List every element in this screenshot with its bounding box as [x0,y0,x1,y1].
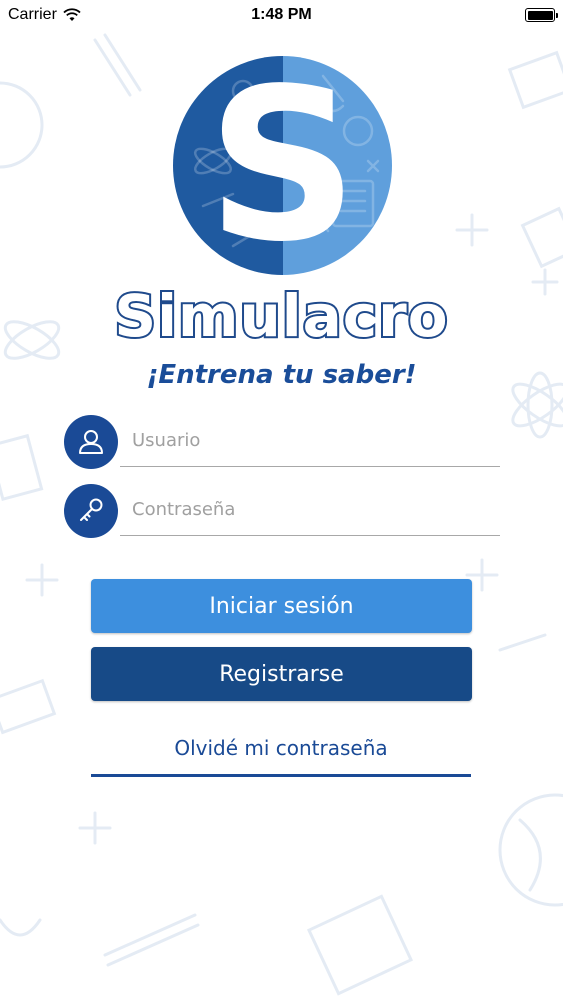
user-icon [64,415,118,469]
key-icon-glyph [80,498,103,521]
status-bar: Carrier 1:48 PM [0,0,563,30]
username-input[interactable] [120,415,500,467]
password-input[interactable] [120,484,500,536]
forgot-password-link[interactable]: Olvidé mi contraseña [91,722,471,777]
status-time: 1:48 PM [251,6,312,23]
battery-icon [525,8,558,22]
username-field [64,415,500,471]
battery-fill [527,10,553,20]
register-button[interactable]: Registrarse [91,647,472,701]
logo-letter: S [206,56,359,275]
wifi-icon [63,8,81,21]
login-button[interactable]: Iniciar sesión [91,579,472,633]
brand-name: Simulacro [112,280,449,352]
carrier-label: Carrier [8,6,57,23]
tagline: ¡Entrena tu saber! [146,360,417,390]
user-icon-glyph [79,430,103,454]
key-icon [64,484,118,538]
status-left: Carrier [8,6,81,24]
app-logo: S [173,56,392,275]
password-field [64,484,500,540]
